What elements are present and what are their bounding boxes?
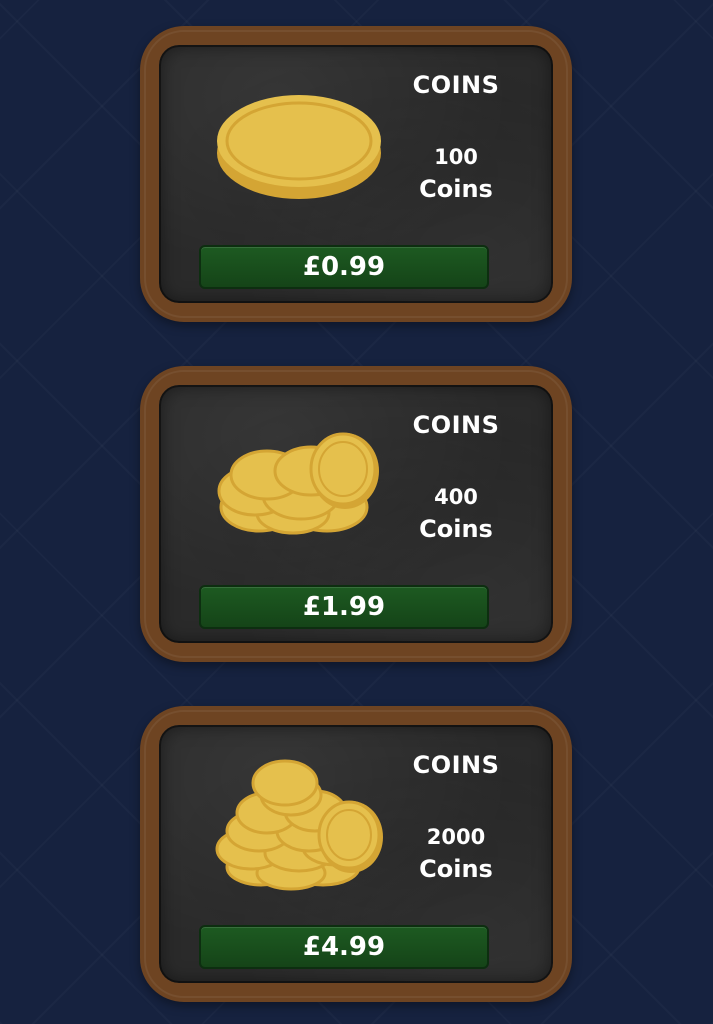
coin-amount: 100 Coins	[391, 141, 521, 205]
coin-amount-unit: Coins	[419, 515, 493, 543]
pack-title: COINS	[412, 71, 500, 99]
coin-amount-value: 400	[434, 485, 478, 509]
large-coin-pile-icon	[215, 759, 383, 891]
coin-amount-value: 100	[434, 145, 478, 169]
small-coin-pile-icon	[217, 432, 379, 535]
buy-button-100[interactable]: £0.99	[199, 245, 489, 289]
coin-pack-card-2000: COINS 2000 Coins £4.99	[140, 706, 572, 1002]
coin-pack-card-100: COINS 100 Coins £0.99	[140, 26, 572, 322]
single-coin-icon	[217, 95, 381, 199]
coin-amount: 400 Coins	[391, 481, 521, 545]
pack-title: COINS	[412, 751, 500, 779]
coin-amount-unit: Coins	[419, 855, 493, 883]
buy-button-400[interactable]: £1.99	[199, 585, 489, 629]
pack-title: COINS	[412, 411, 500, 439]
coin-amount-unit: Coins	[419, 175, 493, 203]
coin-amount-value: 2000	[426, 825, 486, 849]
coin-amount: 2000 Coins	[391, 821, 521, 885]
coin-pack-card-400: COINS 400 Coins £1.99	[140, 366, 572, 662]
buy-button-2000[interactable]: £4.99	[199, 925, 489, 969]
